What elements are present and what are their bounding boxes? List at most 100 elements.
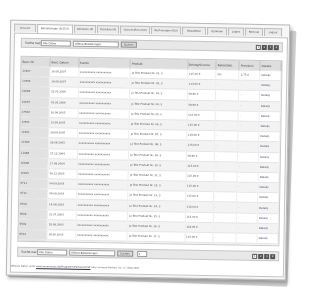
tab-item[interactable]: Logout [264,28,283,37]
cell-order-number: 9711 [19,188,48,200]
tab-item[interactable]: Newsletter [182,26,207,35]
page-2-button[interactable]: 2 [261,44,267,50]
cell-details-link[interactable]: Details [257,223,279,234]
col-header-discount[interactable]: Rabatt/Sol. [216,60,240,71]
cell-order-number: 17500 [20,107,50,118]
search-button[interactable]: Suchen [120,41,137,48]
page-3-button-bottom[interactable]: 3 [264,253,270,259]
page-1-button-bottom[interactable]: 1 [252,253,258,259]
cell-order-date: 26.08.2005 [48,138,78,149]
cell-discount: - [213,181,238,193]
cell-discount: - [213,212,237,223]
cell-order-date: 16.09.2005 [49,107,78,119]
cell-order-number: 17401 [20,127,49,139]
col-header-amount[interactable]: Betrag/Summe [187,59,217,70]
cell-order-date: 18.06.2003 [47,219,76,231]
cell-order-date: 16.08.2007 [49,76,79,88]
page-4-button[interactable]: 4 [273,44,279,50]
col-header-order-date[interactable]: Best. Datum [49,57,79,68]
cell-details-link[interactable]: Details [258,131,280,143]
cell-commission: - [237,151,259,163]
page-3-button[interactable]: 3 [267,44,273,50]
cell-order-number: 9501 [18,239,47,247]
cell-details-link[interactable]: Details [257,213,279,224]
page-2-button-bottom[interactable]: 2 [258,253,264,259]
page-4-button-bottom[interactable]: 4 [270,253,276,259]
cell-commission: - [238,121,260,132]
partner-link[interactable]: www.xxxxxxxxxx.de/Programm-Partnerschaft [36,265,90,269]
search-button-bottom[interactable]: Suchen [117,250,133,257]
date-filter-select-bottom[interactable]: Alle Daten [37,249,68,256]
tab-item[interactable]: Adressen (4) [74,24,97,34]
cell-discount: 5% [215,69,240,81]
cell-details-link[interactable]: Details [256,243,278,247]
cell-details-link[interactable]: Details [257,233,279,244]
tab-item[interactable]: Gutschriften (0/0) [120,25,151,35]
col-header-order-number[interactable]: Best. Nr. [21,56,51,67]
cell-details-link[interactable]: Details [258,141,280,153]
cell-details-link[interactable]: Details [257,202,279,214]
tab-item[interactable]: Rechner [245,27,264,36]
cell-commission: - [236,233,258,244]
cell-order-number: 9501 [18,229,48,240]
col-header-commission[interactable]: Provision [239,60,261,71]
cell-discount: - [215,90,239,101]
cell-commission: - [238,110,260,122]
cell-order-number: 10915 [19,168,49,179]
cell-details-link[interactable]: Details [259,101,281,112]
cell-details-link[interactable]: Details [257,192,279,204]
cell-order-number: 9502 [18,219,48,230]
cell-order-date: 17.09.2004 [48,158,77,170]
cell-details-link[interactable]: Details [258,172,280,183]
cell-order-number: 10684 [20,86,50,98]
cell-details-link[interactable]: Details [258,151,280,163]
cell-amount: 115,00 € [184,201,214,213]
cell-order-number: 9711 [19,178,49,190]
cell-amount: 59,90 € [186,89,216,101]
cell-details-link[interactable]: Details [259,111,281,122]
tab-item[interactable]: Produkte (4) [97,25,120,34]
cell-amount: 115,00 € [187,69,217,80]
cell-details-link[interactable]: Details [259,70,281,81]
date-filter-select[interactable]: Alle Daten [40,40,71,47]
cell-details-link[interactable]: Details [259,80,281,92]
cell-order-date: 22.05.2006 [49,87,79,98]
cell-details-link[interactable]: Details [258,162,280,173]
cell-details-link[interactable]: Details [259,90,281,102]
tab-item[interactable]: Account [14,23,37,33]
page-1-button[interactable]: 1 [255,44,261,50]
cell-details-link[interactable]: Details [257,182,279,194]
cell-discount: - [213,222,237,234]
cell-commission: 2,75 € [239,70,261,81]
status-filter-select-bottom[interactable]: Offene Bestellungen [69,249,116,257]
cell-commission: - [236,202,258,214]
cell-discount: - [214,151,238,162]
cell-discount: - [212,242,237,247]
cell-order-number: 9509 [18,208,48,220]
cell-details-link[interactable]: Details [259,121,281,132]
cell-amount: 119,00 € [186,130,215,141]
tab-item[interactable]: Rechnungen (0/0) [151,26,182,35]
cell-order-date: 04.09.2003 [47,189,77,200]
cell-commission: - [238,90,260,102]
page-number-input[interactable]: 1 [136,250,147,257]
cell-commission: - [237,161,259,173]
orders-table: Best. Nr. Best. Datum Kunde Produkt Betr… [17,55,283,247]
cell-amount: 115,00 € [185,171,215,182]
tab-item[interactable]: Logins [228,27,245,36]
cell-amount: 115,00 € [186,109,216,121]
cell-discount: - [214,140,239,152]
status-filter-select[interactable]: Offene Bestellungen [72,40,119,48]
cell-discount: - [212,232,237,244]
cell-order-number: 10675 [20,96,50,108]
cell-amount: 115,00 € [184,211,214,223]
pager-bottom: Suche nach Alle Daten Offene Bestellunge… [17,246,280,262]
cell-amount: 115,00 € [184,242,213,247]
footer-text-after: oder xxxxxxx-Partner. Inc. © 2000-2007 [91,266,140,270]
tab-item[interactable]: Optionen [207,27,228,36]
cell-order-number: 17456 [21,76,50,88]
cell-amount: 115,00 € [185,160,215,172]
cell-commission: - [238,80,260,91]
cell-commission: - [238,131,260,142]
cell-commission: - [237,141,259,152]
